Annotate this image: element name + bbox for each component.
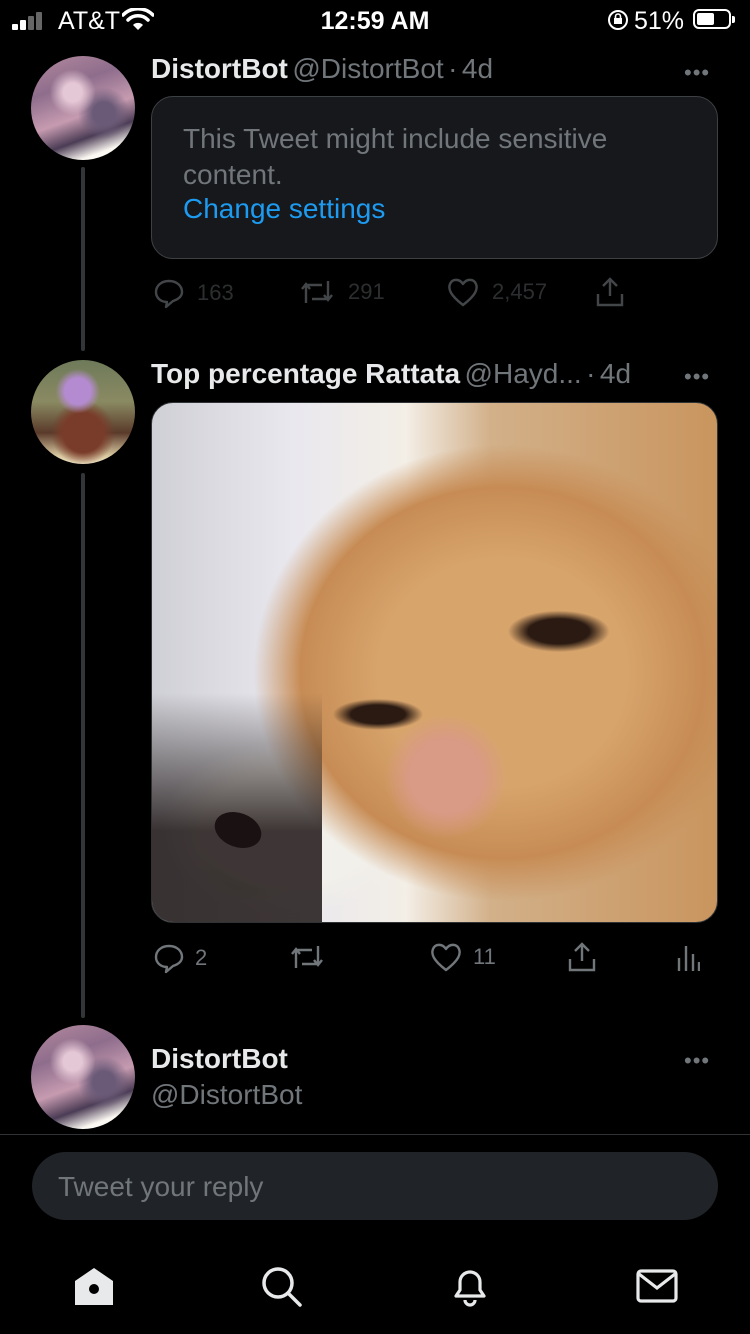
user-handle[interactable]: @DistortBot [292,53,443,84]
retweet-count: 291 [348,279,385,304]
battery-percent: 51% [633,7,684,35]
reply-input[interactable] [56,1152,680,1222]
separator-dot: · [448,53,458,84]
retweet-button[interactable] [288,942,326,972]
analytics-icon [677,946,700,971]
rotation-lock-icon [608,10,628,30]
tab-home[interactable] [70,1262,118,1310]
divider [0,1134,750,1135]
heart-icon [448,278,478,307]
avatar-rattata[interactable] [31,360,135,464]
sensitive-content-notice: This Tweet might include sensitive conte… [151,96,718,259]
messages-icon [636,1269,678,1303]
heart-icon [431,943,461,972]
thread-line [81,473,85,1018]
notifications-icon [454,1270,486,1307]
avatar-distortbot[interactable] [31,56,135,160]
like-button[interactable]: 2,457 [446,277,547,307]
tab-notifications[interactable] [446,1262,494,1310]
reply-count: 163 [197,280,234,305]
home-icon [75,1268,113,1305]
search-icon [262,1267,302,1307]
tweet-header: Top percentage Rattata @Hayd... · 4d [151,358,631,390]
status-bar: AT&T 12:59 AM 51% [0,0,750,44]
change-settings-link[interactable]: Change settings [183,193,385,225]
thread-line [81,167,85,351]
tab-messages[interactable] [633,1262,681,1310]
retweet-icon [291,946,323,968]
reply-icon [154,944,184,974]
reply-count: 2 [195,945,208,970]
reply-icon [154,279,184,309]
separator-dot: · [586,358,596,389]
share-button[interactable] [594,276,626,308]
more-options-icon[interactable]: ••• [684,1048,710,1074]
tweet-age: 4d [599,358,632,389]
share-icon [568,942,596,972]
like-count: 11 [473,944,496,969]
tweet-age: 4d [461,53,494,84]
more-options-icon[interactable]: ••• [684,364,710,390]
tweet-header: DistortBot @DistortBot · 4d [151,53,493,85]
more-options-icon[interactable]: ••• [684,60,710,86]
analytics-button[interactable] [676,942,700,972]
user-handle[interactable]: @Hayd... [465,358,582,389]
reply-button[interactable]: 163 [153,277,234,309]
share-icon [596,277,624,307]
reply-button[interactable]: 2 [153,942,207,974]
display-name[interactable]: DistortBot [151,53,288,84]
tweet-photo-cat[interactable] [151,402,718,923]
retweet-button[interactable]: 291 [298,277,385,307]
compose-display-name: DistortBot [151,1043,288,1074]
avatar-distortbot[interactable] [31,1025,135,1129]
sensitive-message: This Tweet might include sensitive conte… [183,123,608,190]
like-count: 2,457 [492,279,548,304]
compose-user-handle: @DistortBot [151,1079,303,1110]
reply-box[interactable] [32,1152,718,1222]
share-button[interactable] [566,941,598,973]
tab-search[interactable] [257,1262,305,1310]
battery-icon [693,9,735,29]
display-name[interactable]: Top percentage Rattata [151,358,460,389]
like-button[interactable]: 11 [429,942,496,972]
retweet-icon [301,281,333,303]
